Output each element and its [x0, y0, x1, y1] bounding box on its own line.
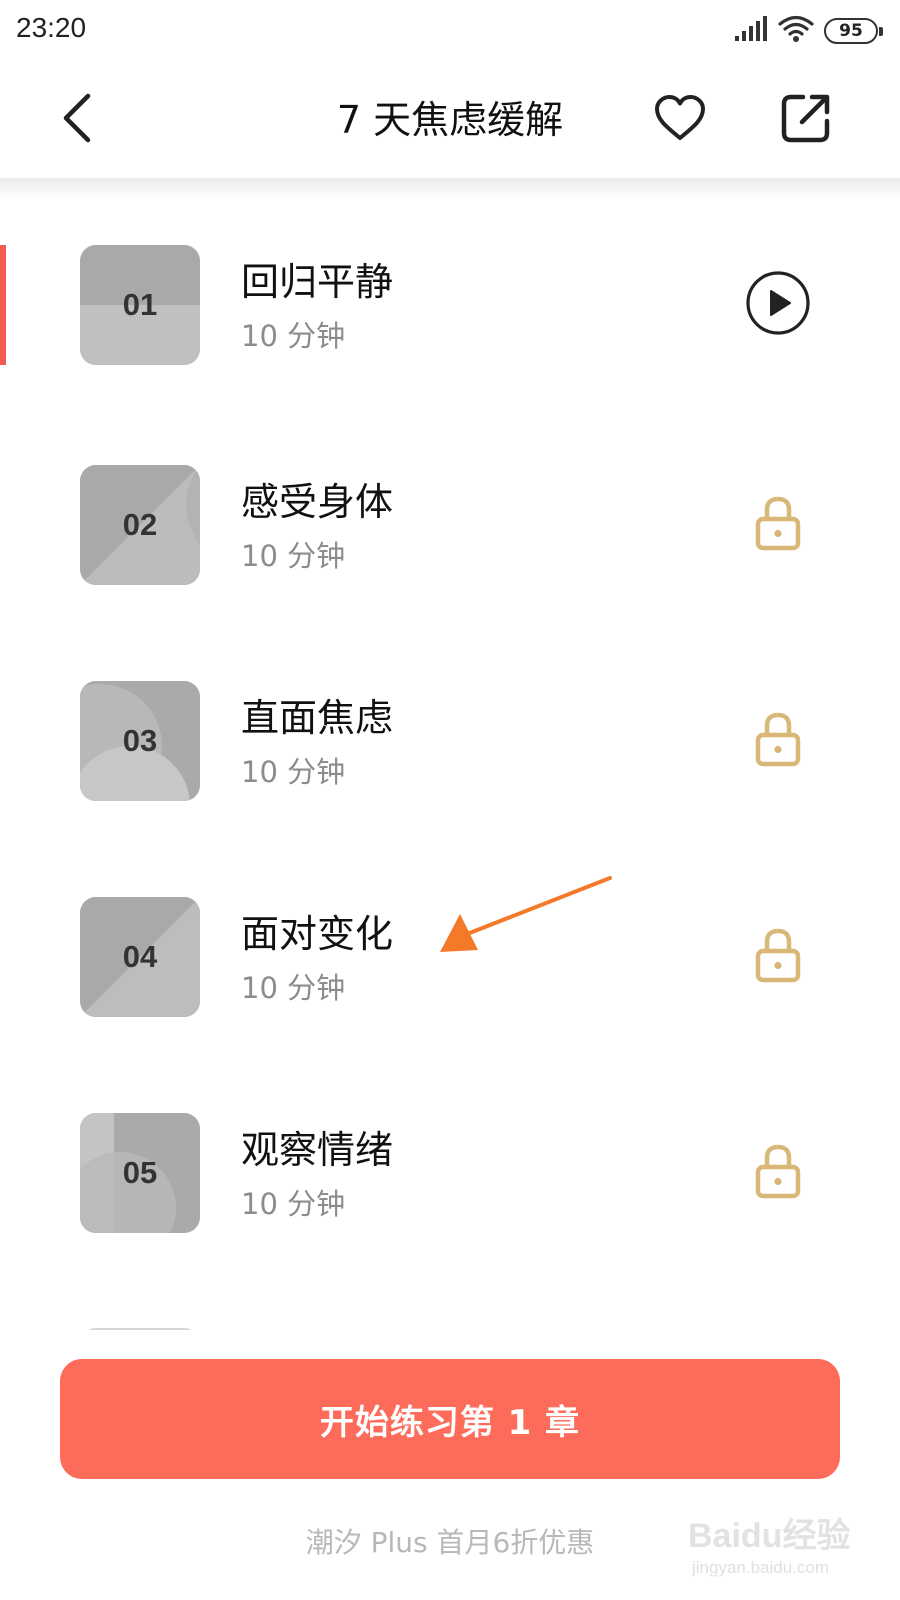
lesson-number: 03: [122, 723, 158, 758]
lock-button[interactable]: [744, 707, 812, 775]
lesson-item-05[interactable]: 05 观察情绪 10 分钟: [0, 1113, 900, 1233]
heart-icon: [654, 94, 706, 146]
annotation-arrow-icon: [440, 876, 612, 952]
back-button[interactable]: [52, 92, 102, 148]
lesson-duration: 10 分钟: [241, 539, 346, 573]
lesson-thumbnail: 01: [80, 245, 200, 365]
lesson-thumbnail: 02: [80, 465, 200, 585]
play-button[interactable]: [744, 271, 812, 339]
lock-icon: [755, 1143, 801, 1203]
status-bar: 23:20 95: [0, 0, 900, 62]
lesson-duration: 10 分钟: [241, 1187, 346, 1221]
status-time: 23:20: [16, 12, 87, 43]
lesson-title: 观察情绪: [241, 1128, 394, 1172]
lock-icon: [755, 495, 801, 555]
lock-icon: [755, 711, 801, 771]
lock-button[interactable]: [744, 1139, 812, 1207]
lesson-item-partial[interactable]: [0, 1328, 900, 1330]
lock-button[interactable]: [744, 491, 812, 559]
lock-button[interactable]: [744, 923, 812, 991]
watermark-logo: Baidu经验: [688, 1517, 851, 1555]
battery-icon: 95: [824, 18, 883, 44]
lesson-number: 05: [122, 1155, 158, 1190]
lesson-item-02[interactable]: 02 感受身体 10 分钟: [0, 465, 900, 585]
lesson-item-03[interactable]: 03 直面焦虑 10 分钟: [0, 681, 900, 801]
header-divider: [0, 178, 900, 200]
baidu-watermark: Baidu经验 jingyan.baidu.com: [688, 1500, 858, 1590]
lesson-title: 感受身体: [241, 480, 394, 524]
lesson-list[interactable]: 01 回归平静 10 分钟 02 感受身体 10 分钟 03 直面焦虑 10 分…: [0, 200, 900, 1330]
lesson-thumbnail: 03: [80, 681, 200, 801]
back-chevron-icon: [60, 92, 94, 148]
lesson-thumbnail: 05: [80, 1113, 200, 1233]
lesson-title: 回归平静: [241, 260, 394, 304]
lesson-duration: 10 分钟: [241, 755, 346, 789]
lesson-thumbnail: 04: [80, 897, 200, 1017]
lesson-duration: 10 分钟: [241, 319, 346, 353]
lesson-duration: 10 分钟: [241, 971, 346, 1005]
lock-icon: [755, 927, 801, 987]
lesson-title: 面对变化: [241, 912, 394, 956]
lesson-item-01[interactable]: 01 回归平静 10 分钟: [0, 245, 900, 365]
signal-icon: [734, 16, 768, 46]
lesson-number: 02: [122, 507, 158, 542]
play-circle-icon: [745, 270, 811, 340]
watermark-url: jingyan.baidu.com: [692, 1558, 830, 1577]
status-icons: 95: [734, 14, 883, 48]
header: 7 天焦虑缓解: [0, 62, 900, 178]
favorite-button[interactable]: [650, 90, 710, 150]
active-indicator: [0, 245, 6, 365]
page-title: 7 天焦虑缓解: [336, 98, 564, 142]
wifi-icon: [778, 15, 814, 47]
lesson-title: 直面焦虑: [241, 696, 394, 740]
share-button[interactable]: [774, 88, 838, 152]
share-icon: [779, 91, 833, 149]
lesson-number: 01: [122, 287, 158, 322]
lesson-number: 04: [122, 939, 158, 974]
start-practice-button[interactable]: 开始练习第 1 章: [60, 1359, 840, 1479]
lesson-thumbnail: [80, 1328, 200, 1330]
